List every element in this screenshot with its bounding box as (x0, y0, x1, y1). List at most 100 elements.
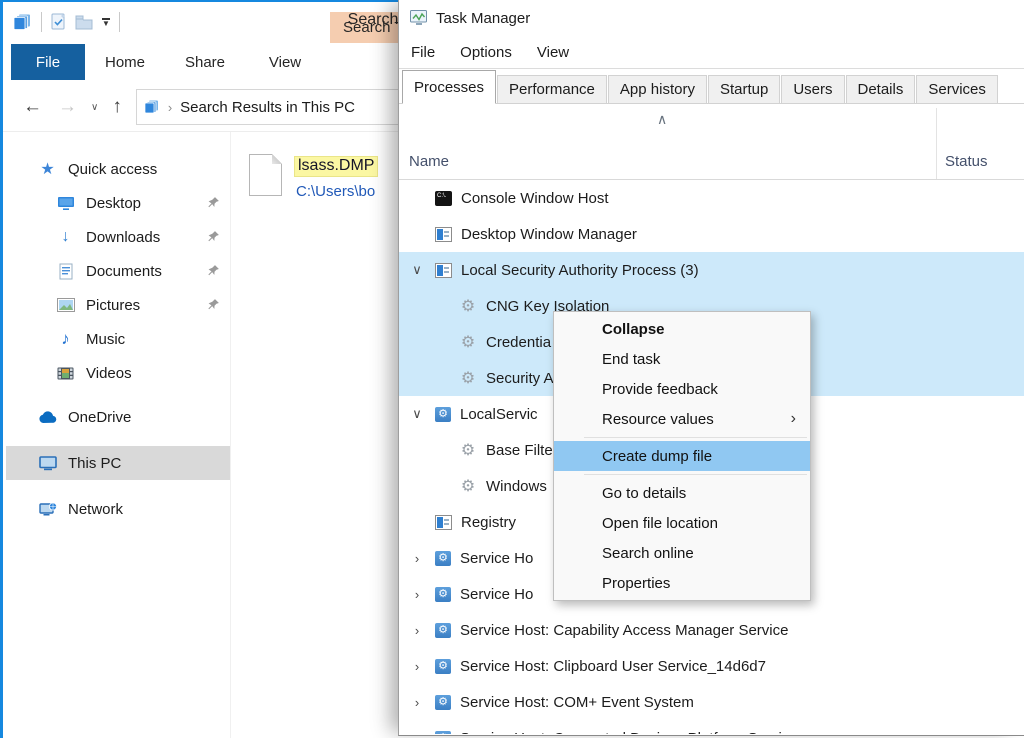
sidebar-divider (230, 132, 231, 738)
sidebar-item-downloads[interactable]: ↓ Downloads (6, 220, 230, 254)
menu-item-label: Collapse (602, 320, 665, 338)
column-header-status[interactable]: Status (945, 153, 988, 170)
tab-performance[interactable]: Performance (497, 75, 607, 103)
menu-file[interactable]: File (411, 44, 435, 61)
service-icon: ⚙ (435, 694, 451, 710)
column-header-name[interactable]: Name (409, 153, 449, 170)
process-row-local-security-authority-process-3[interactable]: ∨ Local Security Authority Process (3) (399, 252, 1024, 288)
context-menu-item-resource-values[interactable]: Resource values › (554, 404, 810, 434)
screenshot-root: { "colors": { "accent_border": "#1588df"… (0, 0, 1024, 738)
window-title: Task Manager (436, 9, 531, 27)
context-menu-item-properties[interactable]: Properties (554, 568, 810, 598)
search-results-area: lsass.DMP C:\Users\bo (249, 154, 403, 214)
sidebar-item-label: Downloads (86, 228, 161, 246)
context-menu-item-collapse[interactable]: Collapse (554, 314, 810, 344)
tab-users[interactable]: Users (781, 75, 845, 103)
context-menu-item-search-online[interactable]: Search online (554, 538, 810, 568)
gear-icon: ⚙ (460, 442, 476, 459)
sidebar-item-videos[interactable]: Videos (6, 356, 230, 390)
menu-item-label: End task (602, 350, 661, 368)
service-icon: ⚙ (435, 586, 451, 602)
sidebar-item-documents[interactable]: Documents (6, 254, 230, 288)
process-row-service-host-capability-access-manager-service[interactable]: › ⚙ Service Host: Capability Access Manage… (399, 612, 1024, 648)
address-bar[interactable]: › Search Results in This PC (135, 89, 403, 125)
new-folder-icon[interactable] (75, 15, 93, 30)
ribbon-tab-home[interactable]: Home (85, 44, 165, 80)
ribbon-tab-share[interactable]: Share (165, 44, 245, 80)
process-row-desktop-window-manager[interactable]: Desktop Window Manager (399, 216, 1024, 252)
service-icon: ⚙ (435, 730, 451, 734)
service-icon: ⚙ (435, 550, 451, 566)
process-row-service-host-clipboard-user-service-14d6d7[interactable]: › ⚙ Service Host: Clipboard User Service_1… (399, 648, 1024, 684)
menu-item-label: Search online (602, 544, 694, 562)
chevron-expanded-icon[interactable]: ∨ (409, 406, 425, 422)
process-name: Security A (486, 369, 554, 387)
chevron-collapsed-icon[interactable]: › (409, 551, 425, 566)
music-icon: ♪ (61, 329, 70, 348)
up-icon[interactable]: ↑ (112, 96, 122, 118)
context-menu-item-provide-feedback[interactable]: Provide feedback (554, 374, 810, 404)
navigation-bar: ← → ∨ ↑ › Search Results in This PC (3, 84, 403, 130)
pin-icon (207, 264, 221, 278)
customize-toolbar-dropdown-icon[interactable]: ▼ (102, 17, 110, 27)
forward-icon[interactable]: → (58, 96, 77, 118)
pin-icon (207, 298, 221, 312)
recent-locations-icon[interactable]: ∨ (91, 102, 98, 113)
menu-bar: File Options View (399, 36, 1024, 68)
onedrive-icon (37, 408, 58, 426)
tab-app-history[interactable]: App history (607, 75, 707, 103)
sidebar-item-network[interactable]: Network (6, 492, 230, 526)
chevron-collapsed-icon[interactable]: › (409, 659, 425, 674)
chevron-collapsed-icon[interactable]: › (409, 623, 425, 638)
context-menu-item-end-task[interactable]: End task (554, 344, 810, 374)
properties-icon[interactable] (51, 13, 66, 31)
process-name: Service Host: Clipboard User Service_14d… (460, 657, 766, 675)
process-name: Service Host: COM+ Event System (460, 693, 694, 711)
sidebar-item-music[interactable]: ♪ Music (6, 322, 230, 356)
column-divider[interactable] (936, 108, 937, 179)
ribbon-tab-file[interactable]: File (11, 44, 85, 80)
chevron-collapsed-icon[interactable]: › (409, 695, 425, 710)
sidebar-item-desktop[interactable]: Desktop (6, 186, 230, 220)
tab-details[interactable]: Details (845, 75, 916, 103)
toolbar-separator (118, 12, 120, 32)
star-icon: ★ (40, 161, 55, 178)
service-icon: ⚙ (435, 406, 451, 422)
sidebar-item-this-pc[interactable]: This PC (6, 446, 230, 480)
explorer-logo-icon (12, 14, 32, 30)
chevron-collapsed-icon[interactable]: › (409, 587, 425, 602)
process-row-service-host-connected-devices-platform-service[interactable]: › ⚙ Service Host: Connected Devices Platfo… (399, 720, 1024, 734)
ribbon-tab-view[interactable]: View (245, 44, 325, 80)
context-menu-item-create-dump-file[interactable]: Create dump file (554, 441, 810, 471)
process-row-console-window-host[interactable]: C:\. Console Window Host (399, 180, 1024, 216)
search-result-file[interactable]: lsass.DMP (294, 156, 379, 177)
gear-icon: ⚙ (460, 334, 476, 351)
sidebar-item-label: OneDrive (68, 408, 132, 426)
sort-ascending-icon[interactable]: ∧ (657, 111, 667, 128)
menu-item-label: Properties (602, 574, 671, 592)
picture-icon (55, 296, 76, 314)
menu-view[interactable]: View (537, 44, 569, 61)
submenu-arrow-icon: › (790, 410, 796, 427)
menu-item-label: Resource values (602, 410, 714, 428)
sidebar-item-pictures[interactable]: Pictures (6, 288, 230, 322)
chevron-expanded-icon[interactable]: ∨ (409, 262, 425, 278)
context-menu-item-go-to-details[interactable]: Go to details (554, 478, 810, 508)
sidebar-item-label: This PC (68, 454, 122, 472)
tab-startup[interactable]: Startup (707, 75, 781, 103)
chevron-collapsed-icon[interactable]: › (409, 731, 425, 735)
process-name: Registry (461, 513, 517, 531)
tab-services[interactable]: Services (916, 75, 998, 103)
task-manager-titlebar[interactable]: Task Manager (399, 0, 1024, 36)
sidebar-item-onedrive[interactable]: OneDrive (6, 400, 230, 434)
sidebar-item-quick-access[interactable]: ★ Quick access (6, 152, 230, 186)
sidebar-item-label: Documents (86, 262, 162, 280)
context-menu-item-open-file-location[interactable]: Open file location (554, 508, 810, 538)
breadcrumb[interactable]: Search Results in This PC (180, 99, 355, 116)
process-name: Service Host: Connected Devices Platform… (460, 730, 798, 735)
network-icon (37, 500, 58, 518)
tab-processes[interactable]: Processes (402, 70, 497, 104)
menu-options[interactable]: Options (460, 44, 512, 61)
back-icon[interactable]: ← (23, 96, 42, 118)
process-row-service-host-com-event-system[interactable]: › ⚙ Service Host: COM+ Event System (399, 684, 1024, 720)
